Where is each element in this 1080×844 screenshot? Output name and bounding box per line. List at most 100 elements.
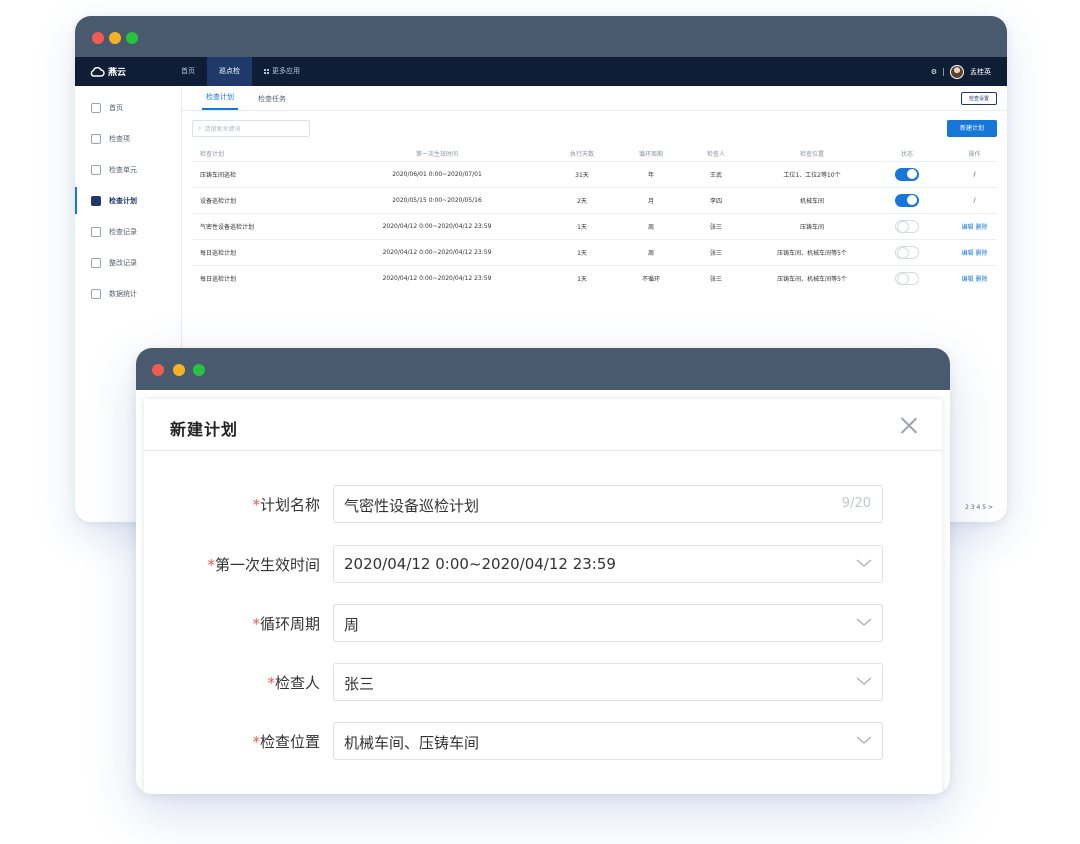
nav-home[interactable]: 首页 — [169, 57, 207, 86]
chevron-down-icon — [856, 677, 872, 685]
app-header: 燕云 首页 巡点检 更多应用 ⚙ 孟桂英 — [75, 57, 1007, 86]
plan-name-input[interactable]: 气密性设备巡检计划 9/20 — [333, 485, 883, 523]
sidebar-item-statistics[interactable]: 数据统计 — [75, 278, 181, 309]
search-input[interactable]: ⌕ 请搜索关键词 — [192, 120, 310, 137]
col-header: 检查人 — [706, 151, 725, 159]
cell-cycle: 周 — [632, 212, 670, 239]
chevron-down-icon — [856, 559, 872, 567]
effective-time-select[interactable]: 2020/04/12 0:00~2020/04/12 23:59 — [333, 545, 883, 583]
cell-ops: / — [952, 186, 997, 213]
new-plan-dialog: 新建计划 *计划名称 气密性设备巡检计划 9/20 * 第一次生效时间 2020/… — [144, 399, 942, 794]
field-label: *循环周期 — [252, 613, 320, 634]
cell-days: 31天 — [532, 160, 632, 187]
pagination[interactable]: 2 3 4 5 > — [965, 504, 993, 511]
cloud-icon — [90, 66, 105, 77]
close-icon[interactable] — [900, 416, 918, 434]
status-toggle[interactable] — [895, 193, 919, 207]
brand-logo[interactable]: 燕云 — [89, 65, 169, 78]
field-value: 气密性设备巡检计划 — [344, 497, 480, 515]
table-row[interactable]: 压铸车间巡检 2020/06/01 0:00~2020/07/01 31天 年 … — [192, 160, 997, 187]
sidebar-item-label: 首页 — [109, 103, 123, 112]
status-toggle[interactable] — [895, 245, 919, 259]
nav-more-apps[interactable]: 更多应用 — [252, 57, 312, 86]
status-toggle[interactable] — [895, 271, 919, 286]
cell-days: 2天 — [532, 186, 632, 213]
cell-ops[interactable]: 编辑 删除 — [952, 238, 997, 265]
cell-cycle: 年 — [632, 160, 670, 187]
maximize-window-icon[interactable] — [126, 32, 138, 44]
cell-plan-name: 每日巡检计划 — [192, 238, 342, 265]
nav-inspection[interactable]: 巡点检 — [207, 57, 252, 86]
search-icon: ⌕ — [198, 124, 202, 132]
cell-time: 2020/04/12 0:00~2020/04/12 23:59 — [342, 212, 532, 239]
inspector-select[interactable]: 张三 — [333, 663, 883, 701]
cell-cycle: 月 — [632, 186, 670, 213]
minimize-window-icon[interactable] — [109, 32, 121, 44]
search-placeholder: 请搜索关键词 — [204, 126, 241, 133]
sidebar-item-label: 检查项 — [109, 134, 130, 143]
window-titlebar — [75, 16, 1007, 57]
close-window-icon[interactable] — [92, 32, 104, 44]
field-value: 周 — [344, 616, 360, 634]
col-header: 检查计划 — [200, 151, 225, 159]
minimize-window-icon[interactable] — [173, 364, 185, 376]
char-counter: 9/20 — [841, 496, 871, 511]
clipboard-icon — [91, 226, 101, 237]
location-select[interactable]: 机械车间、压铸车间 — [333, 722, 883, 760]
required-mark: * — [267, 674, 275, 692]
cell-person: 张三 — [670, 238, 762, 265]
document-icon — [91, 164, 101, 175]
close-window-icon[interactable] — [152, 364, 164, 376]
cycle-select[interactable]: 周 — [333, 604, 883, 642]
cell-ops[interactable]: 编辑 删除 — [952, 264, 997, 291]
maximize-window-icon[interactable] — [193, 364, 205, 376]
tab-check-plans[interactable]: 检查计划 — [202, 92, 238, 110]
cell-plan-name: 压铸车间巡检 — [192, 160, 342, 187]
sidebar-item-check-plans[interactable]: 检查计划 — [75, 185, 181, 216]
sidebar-item-rectify-records[interactable]: 整改记录 — [75, 247, 181, 278]
new-plan-button[interactable]: 新建计划 — [946, 120, 997, 137]
col-header: 执行天数 — [569, 151, 594, 159]
avatar[interactable] — [950, 64, 964, 79]
required-mark: * — [252, 496, 260, 514]
cell-plan-name: 气密性设备巡检计划 — [192, 212, 342, 239]
col-header: 状态 — [900, 151, 913, 159]
status-toggle[interactable] — [895, 167, 919, 181]
divider — [943, 67, 944, 76]
gear-icon[interactable]: ⚙ — [931, 68, 937, 76]
cell-status — [862, 212, 952, 239]
table-row[interactable]: 气密性设备巡检计划 2020/04/12 0:00~2020/04/12 23:… — [192, 212, 997, 239]
form-row-plan-name: *计划名称 气密性设备巡检计划 9/20 — [144, 485, 942, 523]
table-row[interactable]: 设备巡检计划 2020/05/15 0:00~2020/05/16 2天 月 李… — [192, 186, 997, 213]
field-label-text: 第一次生效时间 — [214, 556, 320, 574]
form-row-inspector: *检查人 张三 — [144, 663, 942, 701]
status-toggle[interactable] — [895, 219, 919, 233]
sidebar-item-label: 检查记录 — [109, 227, 137, 236]
table-row[interactable]: 每日巡检计划 2020/04/12 0:00~2020/04/12 23:59 … — [192, 264, 997, 291]
settings-button[interactable]: 检查设置 — [960, 92, 997, 105]
sidebar-item-label: 数据统计 — [109, 289, 137, 298]
cell-status — [862, 186, 952, 213]
dialog-header: 新建计划 — [144, 399, 942, 451]
sidebar-item-label: 检查单元 — [109, 165, 137, 174]
col-header: 循环周期 — [638, 151, 663, 159]
bar-chart-icon — [91, 288, 101, 299]
inbox-icon — [91, 257, 101, 268]
sidebar-item-check-units[interactable]: 检查单元 — [75, 154, 181, 185]
tab-check-tasks[interactable]: 检查任务 — [254, 94, 290, 110]
cell-person: 张三 — [670, 212, 762, 239]
sidebar-item-check-items[interactable]: 检查项 — [75, 123, 181, 154]
table-row[interactable]: 每日巡检计划 2020/04/12 0:00~2020/04/12 23:59 … — [192, 238, 997, 265]
field-label: *检查位置 — [252, 731, 320, 752]
cell-status — [862, 160, 952, 187]
tab-bar: 检查计划 检查任务 — [182, 86, 1007, 111]
cell-status — [862, 238, 952, 265]
cell-ops[interactable]: 编辑 删除 — [952, 212, 997, 239]
user-name[interactable]: 孟桂英 — [970, 67, 991, 77]
sidebar-item-check-records[interactable]: 检查记录 — [75, 216, 181, 247]
cell-person: 李四 — [670, 186, 762, 213]
dialog-title: 新建计划 — [170, 420, 239, 439]
cell-cycle: 周 — [632, 238, 670, 265]
cell-ops: / — [952, 160, 997, 187]
sidebar-item-home[interactable]: 首页 — [75, 92, 181, 123]
